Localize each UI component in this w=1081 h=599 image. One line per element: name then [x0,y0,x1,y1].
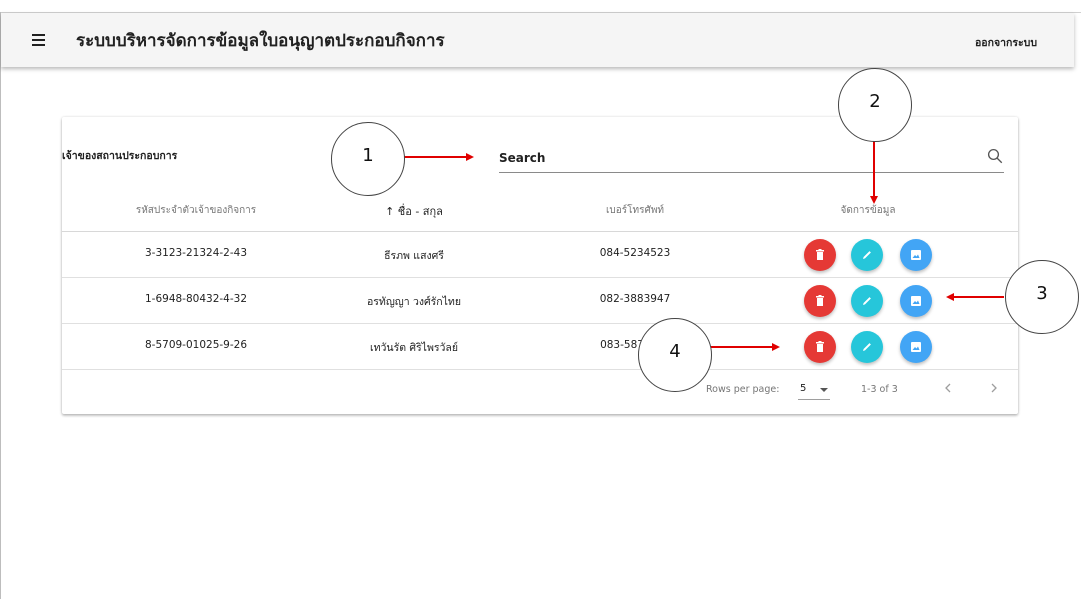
image-button[interactable] [900,239,932,271]
pencil-icon [863,251,871,259]
search-icon[interactable] [986,147,1004,165]
previous-page-icon[interactable] [940,380,956,396]
trash-icon [816,341,824,352]
delete-button[interactable] [804,285,836,317]
rows-per-page-select[interactable]: 5 [798,379,830,400]
owner-id-cell: 8-5709-01025-9-26 [144,339,248,351]
callout-4: 4 [638,318,712,392]
rows-per-page-label: Rows per page: [706,384,780,395]
image-icon [911,296,921,306]
app-bar: ระบบบริหารจัดการข้อมูลใบอนุญาตประกอบกิจก… [1,13,1074,67]
app-title: ระบบบริหารจัดการข้อมูลใบอนุญาตประกอบกิจก… [76,31,445,51]
name-cell: อรทัญญา วงศ์รักไทย [366,296,462,308]
card-title: เจ้าของสถานประกอบการ [62,150,178,162]
table-row: 3-3123-21324-2-43 ธีรภพ แสงศรี 084-52345… [62,232,1018,278]
image-button[interactable] [900,331,932,363]
search-input[interactable] [499,147,969,169]
column-header-name-sorted[interactable]: ↑ ชื่อ - สกุล [385,202,443,220]
owner-id-cell: 1-6948-80432-4-32 [144,293,248,305]
trash-icon [816,295,824,306]
next-page-icon[interactable] [986,380,1002,396]
name-cell: ธีรภพ แสงศรี [384,250,444,262]
callout-3: 3 [1005,260,1079,334]
chevron-down-icon [820,388,828,392]
edit-button[interactable] [851,285,883,317]
image-button[interactable] [900,285,932,317]
owner-id-cell: 3-3123-21324-2-43 [144,247,248,259]
table-footer: Rows per page: 5 1-3 of 3 [62,367,1018,414]
rows-per-page-value: 5 [800,383,807,394]
image-icon [911,250,921,260]
table-row: 1-6948-80432-4-32 อรทัญญา วงศ์รักไทย 082… [62,278,1018,324]
delete-button[interactable] [804,331,836,363]
pagination-range: 1-3 of 3 [861,384,898,395]
search-field [499,145,1004,173]
edit-button[interactable] [851,331,883,363]
pencil-icon [863,343,871,351]
pencil-icon [863,297,871,305]
hamburger-menu-icon[interactable] [28,28,52,52]
edit-button[interactable] [851,239,883,271]
table-row: 8-5709-01025-9-26 เทวันรัต ศิริไพรวัลย์ … [62,324,1018,370]
delete-button[interactable] [804,239,836,271]
image-icon [911,342,921,352]
owners-table-card: เจ้าของสถานประกอบการ รหัสประจำตัวเจ้าของ… [62,117,1018,414]
callout-1: 1 [331,122,405,196]
trash-icon [816,249,824,260]
phone-cell: 082-3883947 [599,293,671,305]
column-header-owner-id[interactable]: รหัสประจำตัวเจ้าของกิจการ [136,203,256,218]
column-header-phone[interactable]: เบอร์โทรศัพท์ [606,203,664,218]
column-header-manage: จัดการข้อมูล [840,205,896,216]
logout-button[interactable]: ออกจากระบบ [975,34,1037,51]
window-left-border [0,12,1,599]
callout-2: 2 [838,68,912,142]
name-cell: เทวันรัต ศิริไพรวัลย์ [369,342,459,354]
phone-cell: 084-5234523 [599,247,671,259]
